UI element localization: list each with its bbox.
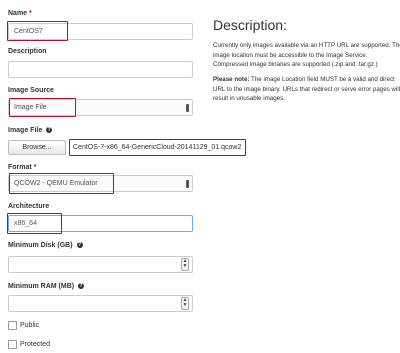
min-ram-label: Minimum RAM (MB) ? [8, 283, 85, 290]
protected-checkbox[interactable] [8, 340, 17, 349]
public-label: Public [20, 322, 40, 329]
number-spinner[interactable]: ▲ ▼ [181, 258, 189, 271]
architecture-highlight [7, 213, 62, 234]
image-file-highlight [69, 139, 246, 156]
public-checkbox[interactable] [8, 321, 17, 330]
help-icon[interactable]: ? [78, 283, 85, 290]
note-label: Please note: [213, 76, 250, 83]
description-input[interactable] [8, 61, 193, 78]
image-file-label: Image File ? [8, 127, 53, 134]
format-label: Format * [8, 164, 36, 171]
number-spinner[interactable]: ▲ ▼ [181, 297, 189, 310]
min-disk-input[interactable]: ▲ ▼ [8, 256, 193, 273]
min-ram-input[interactable]: ▲ ▼ [8, 295, 193, 312]
chevron-down-icon [186, 104, 189, 112]
help-icon[interactable]: ? [76, 242, 83, 249]
name-label: Name * [8, 10, 32, 17]
architecture-label: Architecture [8, 203, 50, 210]
protected-label: Protected [20, 341, 50, 348]
min-ram-label-text: Minimum RAM (MB) [8, 283, 75, 290]
description-heading: Description: [213, 17, 287, 33]
image-file-label-text: Image File [8, 127, 43, 134]
spin-down-icon[interactable]: ▼ [183, 302, 188, 308]
chevron-down-icon [186, 180, 189, 188]
help-icon[interactable]: ? [46, 127, 53, 134]
spin-down-icon[interactable]: ▼ [183, 263, 188, 269]
name-highlight [7, 21, 68, 41]
browse-button[interactable]: Browse... [8, 140, 66, 155]
format-label-text: Format [8, 164, 32, 171]
required-marker: * [33, 164, 37, 171]
description-note: Please note: The image Location field MU… [213, 75, 400, 104]
format-highlight [9, 173, 114, 194]
name-label-text: Name [8, 10, 28, 17]
min-disk-label-text: Minimum Disk (GB) [8, 242, 73, 249]
image-source-label: Image Source [8, 87, 54, 94]
min-disk-label: Minimum Disk (GB) ? [8, 242, 83, 249]
image-source-highlight [9, 98, 76, 117]
description-text: Currently only images available via an H… [213, 42, 400, 68]
required-marker: * [29, 10, 32, 17]
description-label: Description [8, 48, 47, 55]
